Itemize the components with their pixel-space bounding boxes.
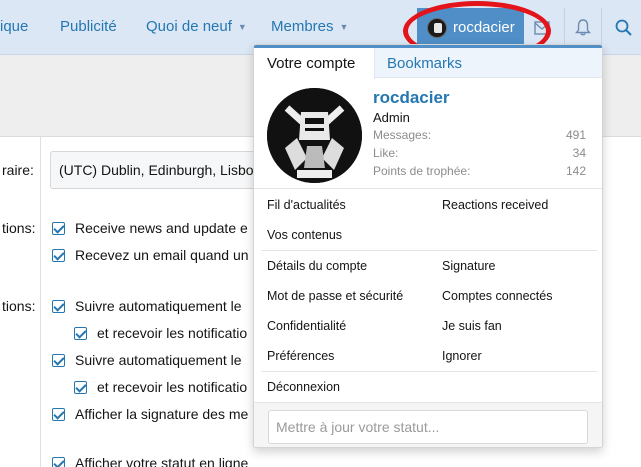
link-je-suis-fan[interactable]: Je suis fan	[442, 319, 502, 333]
checkbox[interactable]	[52, 353, 65, 367]
stat-label: Messages:	[373, 128, 432, 142]
divider	[254, 188, 602, 189]
user-role: Admin	[373, 110, 410, 125]
checkbox-row[interactable]: Suivre automatiquement le	[52, 298, 242, 314]
checkbox[interactable]	[74, 326, 87, 340]
link-confidentialite[interactable]: Confidentialité	[267, 319, 346, 333]
link-signature[interactable]: Signature	[442, 259, 496, 273]
stat-label: Like:	[373, 146, 399, 160]
checkbox-label: Suivre automatiquement le	[75, 298, 242, 314]
nav-divider	[601, 8, 602, 47]
avatar[interactable]	[267, 88, 362, 183]
link-fil-actualites[interactable]: Fil d'actualités	[267, 198, 346, 212]
checkbox-row[interactable]: Afficher votre statut en ligne	[52, 455, 248, 467]
options-label: tions:	[2, 220, 36, 236]
checkbox-row[interactable]: et recevoir les notificatio	[74, 379, 247, 395]
checkbox-label: Suivre automatiquement le	[75, 352, 242, 368]
nav-item-quoi-de-neuf-label: Quoi de neuf	[146, 18, 232, 35]
tab-votre-compte[interactable]: Votre compte	[254, 48, 375, 79]
nav-item-quoi-de-neuf[interactable]: Quoi de neuf ▼	[146, 18, 247, 40]
stat-label: Points de trophée:	[373, 164, 471, 178]
link-reactions-received[interactable]: Reactions received	[442, 198, 548, 212]
inbox-button[interactable]	[524, 8, 560, 47]
checkbox-label: Afficher votre statut en ligne	[75, 455, 249, 467]
checkbox[interactable]	[52, 456, 65, 467]
timezone-select[interactable]: (UTC) Dublin, Edinburgh, Lisbo	[50, 151, 280, 189]
checkbox[interactable]	[52, 248, 65, 262]
divider	[261, 250, 597, 251]
form-divider	[40, 137, 41, 467]
link-preferences[interactable]: Préférences	[267, 349, 334, 363]
popup-username[interactable]: rocdacier	[373, 88, 450, 108]
checkbox-label: et recevoir les notificatio	[97, 379, 248, 395]
checkbox-label: Receive news and update e	[75, 220, 248, 236]
checkbox-label: Afficher la signature des me	[75, 406, 249, 422]
envelope-icon	[534, 20, 550, 35]
search-icon	[615, 19, 632, 36]
checkbox-row[interactable]: et recevoir les notificatio	[74, 325, 247, 341]
avatar	[427, 17, 447, 38]
checkbox[interactable]	[74, 380, 87, 394]
checkbox-row[interactable]: Afficher la signature des me	[52, 406, 248, 422]
checkbox[interactable]	[52, 407, 65, 421]
account-name: rocdacier	[453, 19, 515, 36]
profile-picture-icon	[267, 88, 362, 183]
checkbox-label: et recevoir les notificatio	[97, 325, 248, 341]
stat-value: 142	[565, 164, 586, 178]
checkbox[interactable]	[52, 221, 65, 235]
status-input[interactable]	[268, 410, 588, 444]
checkbox-label: Recevez un email quand un	[75, 247, 249, 263]
bell-icon	[575, 19, 591, 36]
nav-item-membres-label: Membres	[271, 18, 334, 35]
link-ignorer[interactable]: Ignorer	[442, 349, 482, 363]
nav-item-publicite[interactable]: Publicité	[60, 18, 117, 40]
nav-item-truncated[interactable]: ique	[0, 18, 28, 40]
popup-footer	[254, 402, 602, 447]
chevron-down-icon[interactable]: ▼	[340, 22, 349, 32]
alerts-button[interactable]	[565, 8, 601, 47]
stat-value: 34	[572, 146, 586, 160]
nav-item-membres[interactable]: Membres ▼	[271, 18, 348, 40]
popup-tabs: Votre compte Bookmarks	[254, 45, 602, 79]
link-vos-contenus[interactable]: Vos contenus	[267, 228, 342, 242]
search-button[interactable]	[605, 8, 641, 47]
checkbox-row[interactable]: Suivre automatiquement le	[52, 352, 242, 368]
stat-value: 491	[565, 128, 586, 142]
chevron-down-icon[interactable]: ▼	[238, 22, 247, 32]
timezone-label: raire:	[2, 162, 34, 178]
options-label: tions:	[2, 298, 36, 314]
checkbox-row[interactable]: Receive news and update e	[52, 220, 248, 236]
logout-link[interactable]: Déconnexion	[267, 380, 340, 394]
checkbox[interactable]	[52, 299, 65, 313]
link-comptes-connectes[interactable]: Comptes connectés	[442, 289, 552, 303]
checkbox-row[interactable]: Recevez un email quand un	[52, 247, 249, 263]
account-menu-button[interactable]: rocdacier	[417, 8, 524, 47]
link-details-compte[interactable]: Détails du compte	[267, 259, 367, 273]
link-mot-de-passe[interactable]: Mot de passe et sécurité	[267, 289, 403, 303]
account-popup: Votre compte Bookmarks rocdacier Admin M…	[253, 44, 603, 448]
tab-bookmarks[interactable]: Bookmarks	[387, 48, 462, 78]
divider	[261, 371, 597, 372]
